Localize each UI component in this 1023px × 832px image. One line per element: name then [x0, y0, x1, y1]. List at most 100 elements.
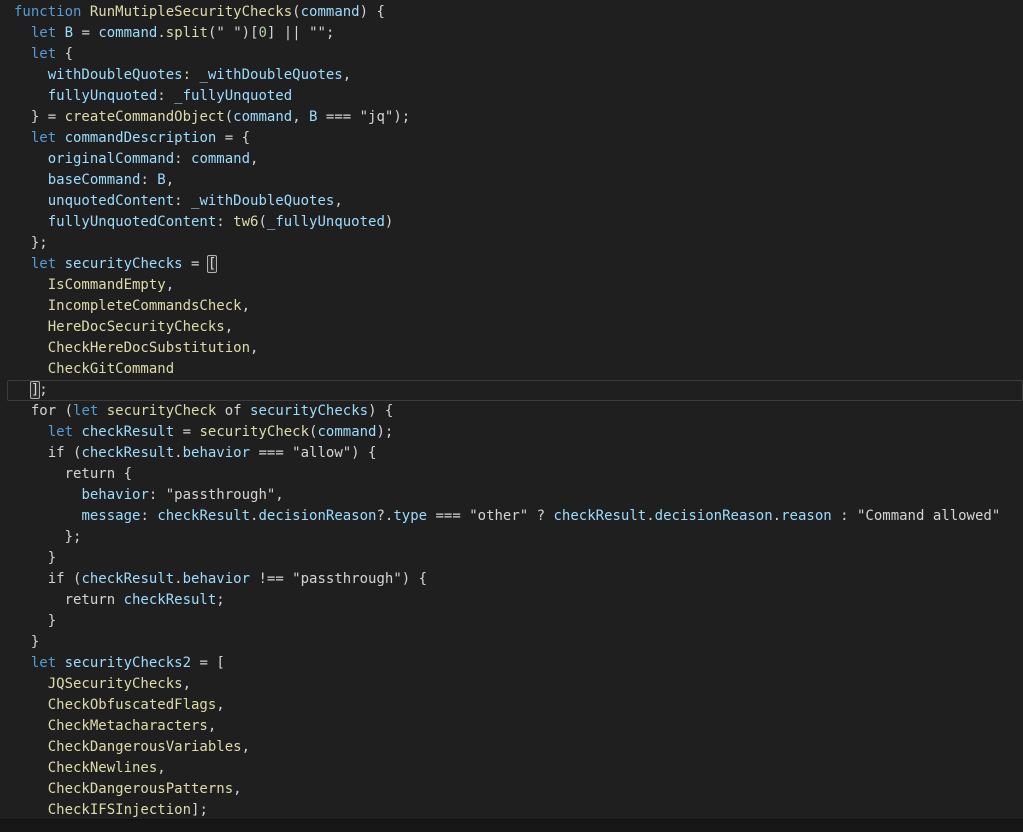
code-line[interactable]: if (checkResult.behavior !== "passthroug… [0, 569, 1023, 590]
code-token: _withDoubleQuotes [191, 193, 334, 209]
code-token [14, 508, 81, 524]
code-token: , [166, 172, 174, 188]
code-token: decisionReason [258, 508, 376, 524]
code-line[interactable]: } = createCommandObject(command, B === "… [0, 107, 1023, 128]
code-line[interactable]: CheckNewlines, [0, 758, 1023, 779]
code-line[interactable]: fullyUnquotedContent: tw6(_fullyUnquoted… [0, 212, 1023, 233]
code-token: let [31, 256, 56, 272]
code-line[interactable]: behavior: "passthrough", [0, 485, 1023, 506]
code-token: CheckObfuscatedFlags [48, 697, 217, 713]
code-token: 0 [259, 25, 267, 41]
code-token: , [292, 109, 309, 125]
code-token: tw6 [233, 214, 258, 230]
code-line[interactable]: baseCommand: B, [0, 170, 1023, 191]
code-token: for ( [14, 403, 73, 419]
code-token [14, 151, 48, 167]
code-line[interactable]: CheckMetacharacters, [0, 716, 1023, 737]
code-line[interactable]: let securityChecks = [ [0, 254, 1023, 275]
code-token [14, 382, 31, 398]
code-line[interactable]: CheckDangerousVariables, [0, 737, 1023, 758]
code-line[interactable]: CheckObfuscatedFlags, [0, 695, 1023, 716]
code-token: fullyUnquotedContent [48, 214, 217, 230]
code-token: CheckDangerousPatterns [48, 781, 233, 797]
code-editor[interactable]: function RunMutipleSecurityChecks(comman… [0, 0, 1023, 819]
code-token: : [216, 214, 233, 230]
code-line[interactable]: CheckDangerousPatterns, [0, 779, 1023, 800]
code-token [14, 718, 48, 734]
code-line[interactable]: }; [0, 527, 1023, 548]
code-token: IsCommandEmpty [48, 277, 166, 293]
code-line[interactable]: } [0, 548, 1023, 569]
code-line[interactable]: fullyUnquoted: _fullyUnquoted [0, 86, 1023, 107]
code-token: CheckMetacharacters [48, 718, 208, 734]
code-token: checkResult [124, 592, 217, 608]
code-line[interactable]: for (let securityCheck of securityChecks… [0, 401, 1023, 422]
code-line[interactable]: return { [0, 464, 1023, 485]
code-line[interactable]: if (checkResult.behavior === "allow") { [0, 443, 1023, 464]
code-token: createCommandObject [65, 109, 225, 125]
code-token: IncompleteCommandsCheck [48, 298, 242, 314]
code-token: }; [14, 529, 81, 545]
code-token: ( [225, 109, 233, 125]
code-line[interactable]: let checkResult = securityCheck(command)… [0, 422, 1023, 443]
code-line[interactable]: CheckGitCommand [0, 359, 1023, 380]
code-token: (" ")[ [208, 25, 259, 41]
code-token: _fullyUnquoted [174, 88, 292, 104]
code-line[interactable]: CheckIFSInjection]; [0, 800, 1023, 821]
code-line-current[interactable]: ]; [0, 380, 1023, 401]
code-line[interactable]: }; [0, 233, 1023, 254]
code-token: let [31, 46, 56, 62]
code-token: . [646, 508, 654, 524]
code-line[interactable]: JQSecurityChecks, [0, 674, 1023, 695]
code-token: , [242, 739, 250, 755]
code-token [14, 655, 31, 671]
code-token [14, 802, 48, 818]
code-token: . [157, 25, 165, 41]
code-token: CheckNewlines [48, 760, 158, 776]
code-token: . [773, 508, 781, 524]
code-token: : [174, 193, 191, 209]
code-token: === "jq"); [317, 109, 410, 125]
code-line[interactable]: unquotedContent: _withDoubleQuotes, [0, 191, 1023, 212]
code-line[interactable]: let commandDescription = { [0, 128, 1023, 149]
code-token: : "passthrough", [149, 487, 284, 503]
code-line[interactable]: } [0, 611, 1023, 632]
code-line[interactable]: message: checkResult.decisionReason?.typ… [0, 506, 1023, 527]
code-token: , [166, 277, 174, 293]
code-line[interactable]: let securityChecks2 = [ [0, 653, 1023, 674]
code-line[interactable]: HereDocSecurityChecks, [0, 317, 1023, 338]
code-line[interactable]: function RunMutipleSecurityChecks(comman… [0, 2, 1023, 23]
code-token: = [73, 25, 98, 41]
code-token [14, 697, 48, 713]
code-token: checkResult [81, 571, 174, 587]
code-line[interactable]: IsCommandEmpty, [0, 275, 1023, 296]
code-line[interactable]: } [0, 632, 1023, 653]
code-line[interactable]: IncompleteCommandsCheck, [0, 296, 1023, 317]
code-token [14, 676, 48, 692]
code-line[interactable]: return checkResult; [0, 590, 1023, 611]
code-token: } = [14, 109, 65, 125]
code-token [14, 781, 48, 797]
code-line[interactable]: originalCommand: command, [0, 149, 1023, 170]
code-token: checkResult [554, 508, 647, 524]
code-token: CheckGitCommand [48, 361, 174, 377]
code-token [14, 130, 31, 146]
code-token [14, 340, 48, 356]
code-token: B [65, 25, 73, 41]
code-line[interactable]: let B = command.split(" ")[0] || ""; [0, 23, 1023, 44]
code-token: , [233, 781, 241, 797]
code-token: return { [14, 466, 132, 482]
code-line[interactable]: let { [0, 44, 1023, 65]
code-token [56, 655, 64, 671]
code-line[interactable]: CheckHereDocSubstitution, [0, 338, 1023, 359]
editor-window: { "editor": { "language_look": "javascri… [0, 0, 1023, 832]
code-token: ] || ""; [267, 25, 334, 41]
code-token [14, 256, 31, 272]
code-token [14, 172, 48, 188]
code-token: securityChecks [250, 403, 368, 419]
code-line[interactable]: withDoubleQuotes: _withDoubleQuotes, [0, 65, 1023, 86]
code-token: withDoubleQuotes [48, 67, 183, 83]
code-token: , [343, 67, 351, 83]
code-token: : [140, 508, 157, 524]
code-token: === "allow") { [250, 445, 376, 461]
